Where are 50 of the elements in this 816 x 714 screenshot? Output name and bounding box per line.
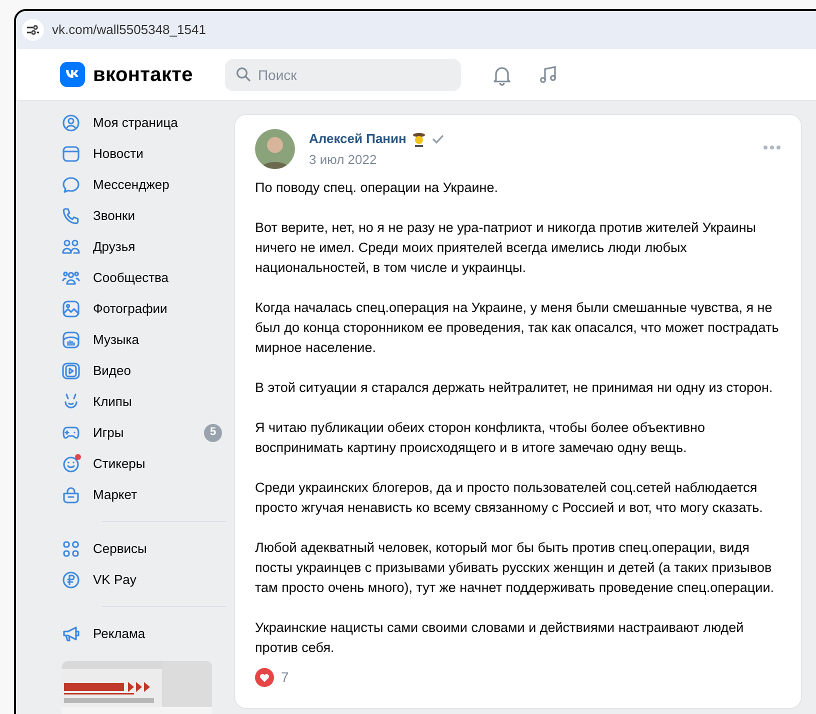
sidebar-item[interactable]: Игры 5 [62, 417, 222, 448]
logo-text[interactable]: вконтакте [93, 60, 193, 90]
gamepad-icon [62, 424, 80, 442]
post-paragraph: В этой ситуации я старался держать нейтралитет, не принимая ни одну из сторон. [255, 379, 774, 397]
megaphone-icon [62, 624, 80, 642]
play-icon [62, 362, 80, 380]
sidebar-item[interactable]: Маркет [62, 479, 222, 510]
sidebar-item[interactable]: Сервисы [62, 533, 222, 564]
smiley-icon [62, 454, 80, 472]
emoji-icon [411, 130, 428, 147]
sidebar-item[interactable]: Мессенджер [62, 169, 222, 200]
chat-bubble-icon [62, 176, 80, 194]
count-badge: 5 [204, 424, 222, 442]
author-name[interactable]: Алексей Панин [309, 129, 406, 148]
sidebar-item[interactable]: Клипы [62, 386, 222, 417]
sidebar-item[interactable]: Видео [62, 355, 222, 386]
post-paragraph: Среди украинских блогеров, да и просто пользователей соц.сетей наблюдается просто жгучая ненависть ко всему связанному с Россией и вот, что могу сказать. [255, 479, 764, 517]
smile-clip-icon [62, 392, 80, 410]
like-count: 7 [281, 668, 289, 687]
address-bar-url[interactable]: vk.com/wall5505348_1541 [52, 20, 206, 40]
post-paragraph: Любой адекватный человек, который мог бы быть против спец.операции, видя посты украинцев с призывами убивать русских женщин и детей (а таких призывов там просто очень много), тут же начнет поддерживать проведение спец.операции. [255, 539, 775, 597]
sidebar-item[interactable]: Моя страница [62, 107, 222, 138]
sidebar-item[interactable]: Стикеры [62, 448, 222, 479]
newspaper-icon [62, 144, 80, 162]
ruble-coin-icon [62, 570, 80, 588]
avatar[interactable] [255, 129, 295, 169]
post-paragraph: По поводу спец. операции на Украине. [255, 179, 499, 197]
phone-icon [62, 206, 80, 224]
shopping-bag-icon [62, 486, 80, 504]
sidebar-item[interactable]: Звонки [62, 200, 222, 231]
post-paragraph: Я читаю публикации обеих сторон конфликта, чтобы более объективно воспринимать картину происходящего и в итоге замечаю одну вещь. [255, 419, 706, 457]
grid-icon [62, 540, 80, 558]
sidebar-item[interactable]: Сообщества [62, 262, 222, 293]
search-field[interactable]: Поиск [224, 58, 461, 90]
sidebar-item[interactable]: Музыка [62, 324, 222, 355]
post-paragraph: Украинские нацисты сами своими словами и действиями настраивают людей против себя. [255, 619, 745, 657]
people-icon [62, 238, 80, 256]
post-paragraph: Когда началась спец.операция на Украине, у меня были смешанные чувства, я не был до конца сторонником ее проведения, так как опасался, что может пострадать мирное население. [255, 299, 780, 357]
post-paragraph: Вот верите, нет, но я не разу не ура-патриот и никогда против жителей Украины ничего не имел. Среди моих приятелей всегда имелись люди любых национальностей, в том числе и украинцы. [255, 219, 758, 277]
sidebar-item[interactable]: Новости [62, 138, 222, 169]
sidebar-item[interactable]: Фотографии [62, 293, 222, 324]
sidebar-item[interactable]: VK Pay [62, 564, 222, 595]
image-icon [62, 300, 80, 318]
sidebar-item[interactable]: Реклама [62, 618, 222, 649]
group-icon [62, 268, 80, 286]
music-player-icon [62, 330, 80, 348]
site-settings-icon[interactable] [22, 19, 44, 41]
profile-icon [62, 114, 80, 132]
vk-logo-icon[interactable] [60, 62, 85, 87]
sidebar-item[interactable]: Друзья [62, 231, 222, 262]
